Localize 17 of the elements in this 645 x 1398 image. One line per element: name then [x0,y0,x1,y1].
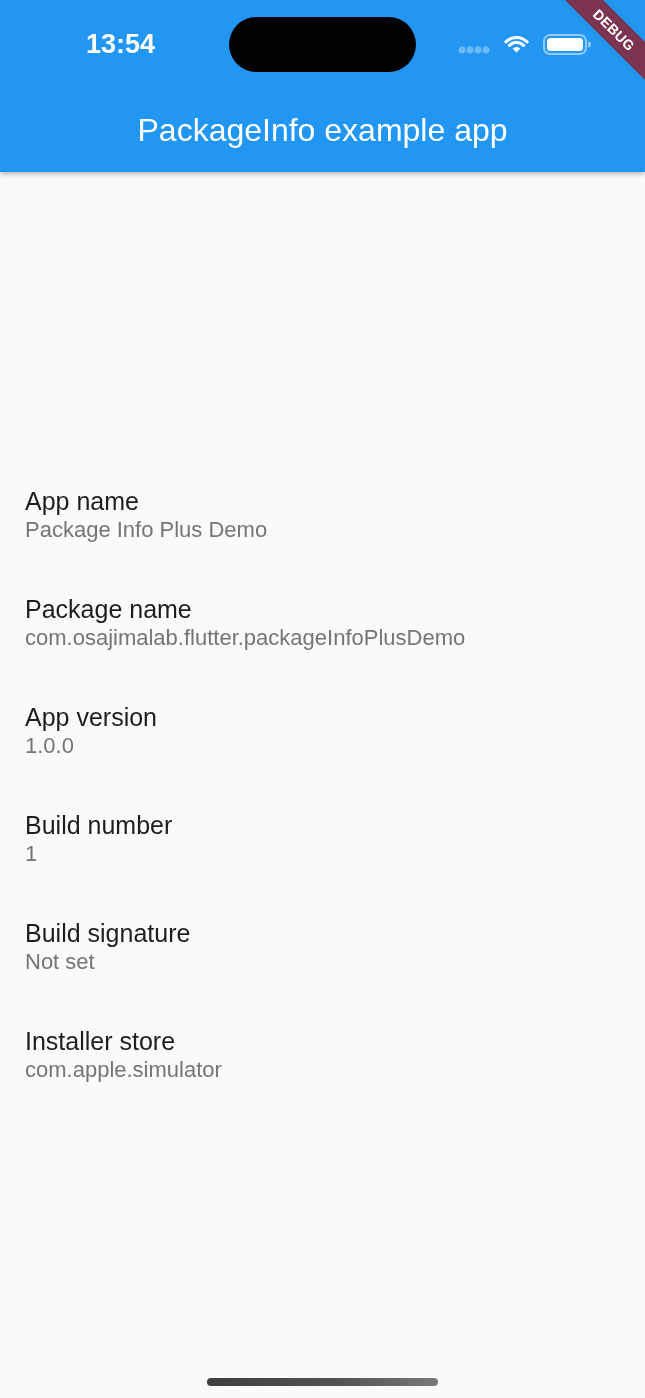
info-value: com.osajimalab.flutter.packageInfoPlusDemo [25,624,466,652]
info-title: Build number [25,810,173,840]
info-value: 1 [25,840,38,868]
info-title: Build signature [25,918,191,948]
info-title: Package name [25,594,192,624]
status-time: 13:54 [86,28,156,60]
info-title: App name [25,486,139,516]
info-title: Installer store [25,1026,176,1056]
info-value: com.apple.simulator [25,1056,222,1084]
info-value: 1.0.0 [25,732,74,760]
battery-icon [543,33,591,55]
signal-icon [458,46,490,54]
info-title: App version [25,702,158,732]
app-bar-title: PackageInfo example app [137,111,508,150]
info-value: Not set [25,948,95,976]
info-value: Package Info Plus Demo [25,516,268,544]
wifi-icon [503,34,530,54]
